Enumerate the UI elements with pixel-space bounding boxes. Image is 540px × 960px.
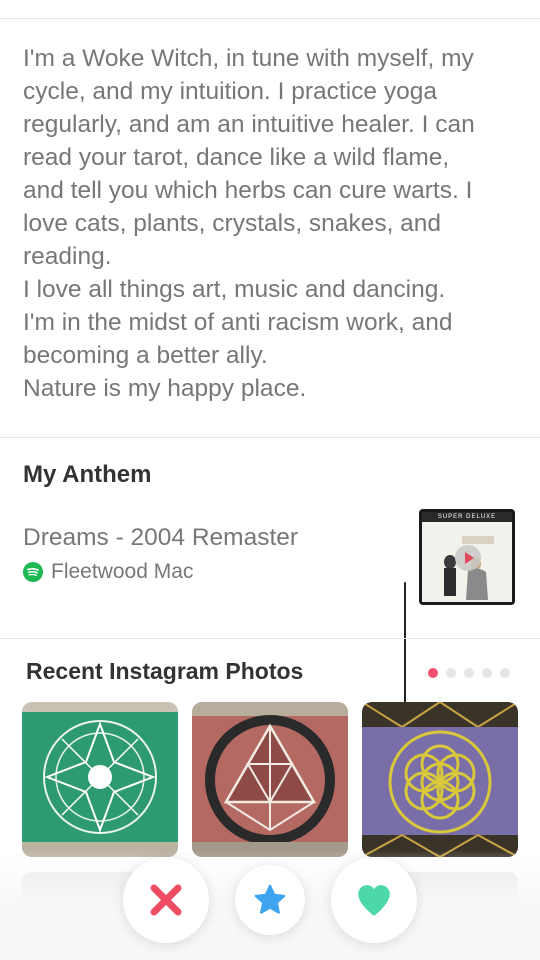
nope-button[interactable] <box>123 857 209 943</box>
instagram-photo[interactable] <box>362 702 518 857</box>
bio-line: read your tarot, dance like a wild flame… <box>23 144 450 171</box>
bio-line: I'm a Woke Witch, in tune with myself, m… <box>23 45 474 72</box>
artist-row[interactable]: Fleetwood Mac <box>23 560 193 584</box>
page-indicator <box>428 668 510 678</box>
song-title[interactable]: Dreams - 2004 Remaster <box>23 524 298 552</box>
anthem-heading: My Anthem <box>23 461 152 488</box>
instagram-heading: Recent Instagram Photos <box>26 658 304 684</box>
annotation-line <box>404 582 406 704</box>
star-icon <box>254 884 286 914</box>
section-divider <box>0 638 540 639</box>
like-button[interactable] <box>331 857 417 943</box>
artist-name: Fleetwood Mac <box>51 560 194 583</box>
page-dot[interactable] <box>446 668 456 678</box>
bio-line: I'm in the midst of anti racism work, an… <box>23 309 453 336</box>
bio-line: regularly, and am an intuitive healer. I… <box>23 111 475 138</box>
album-art[interactable]: SUPER DELUXE <box>419 509 515 605</box>
page-dot[interactable] <box>482 668 492 678</box>
x-icon <box>150 884 182 916</box>
page-dot[interactable] <box>464 668 474 678</box>
spotify-icon <box>23 562 43 582</box>
bio-line: reading. <box>23 243 112 270</box>
instagram-photo[interactable] <box>192 702 348 857</box>
bio-line: I love all things art, music and dancing… <box>23 276 446 303</box>
bio-line: Nature is my happy place. <box>23 375 307 402</box>
page-dot[interactable] <box>500 668 510 678</box>
bio-line: and tell you which herbs can cure warts.… <box>23 177 473 204</box>
bio-line: becoming a better ally. <box>23 342 268 369</box>
album-banner: SUPER DELUXE <box>422 512 512 522</box>
heart-icon <box>358 885 390 916</box>
bio-line: cycle, and my intuition. I practice yoga <box>23 78 437 105</box>
top-divider <box>0 18 540 19</box>
instagram-photo[interactable] <box>22 702 178 857</box>
super-like-button[interactable] <box>235 865 305 935</box>
play-icon[interactable] <box>455 545 481 571</box>
page-dot[interactable] <box>428 668 438 678</box>
bio-line: love cats, plants, crystals, snakes, and <box>23 210 442 237</box>
bio-text: I'm a Woke Witch, in tune with myself, m… <box>23 42 523 405</box>
section-divider <box>0 437 540 438</box>
